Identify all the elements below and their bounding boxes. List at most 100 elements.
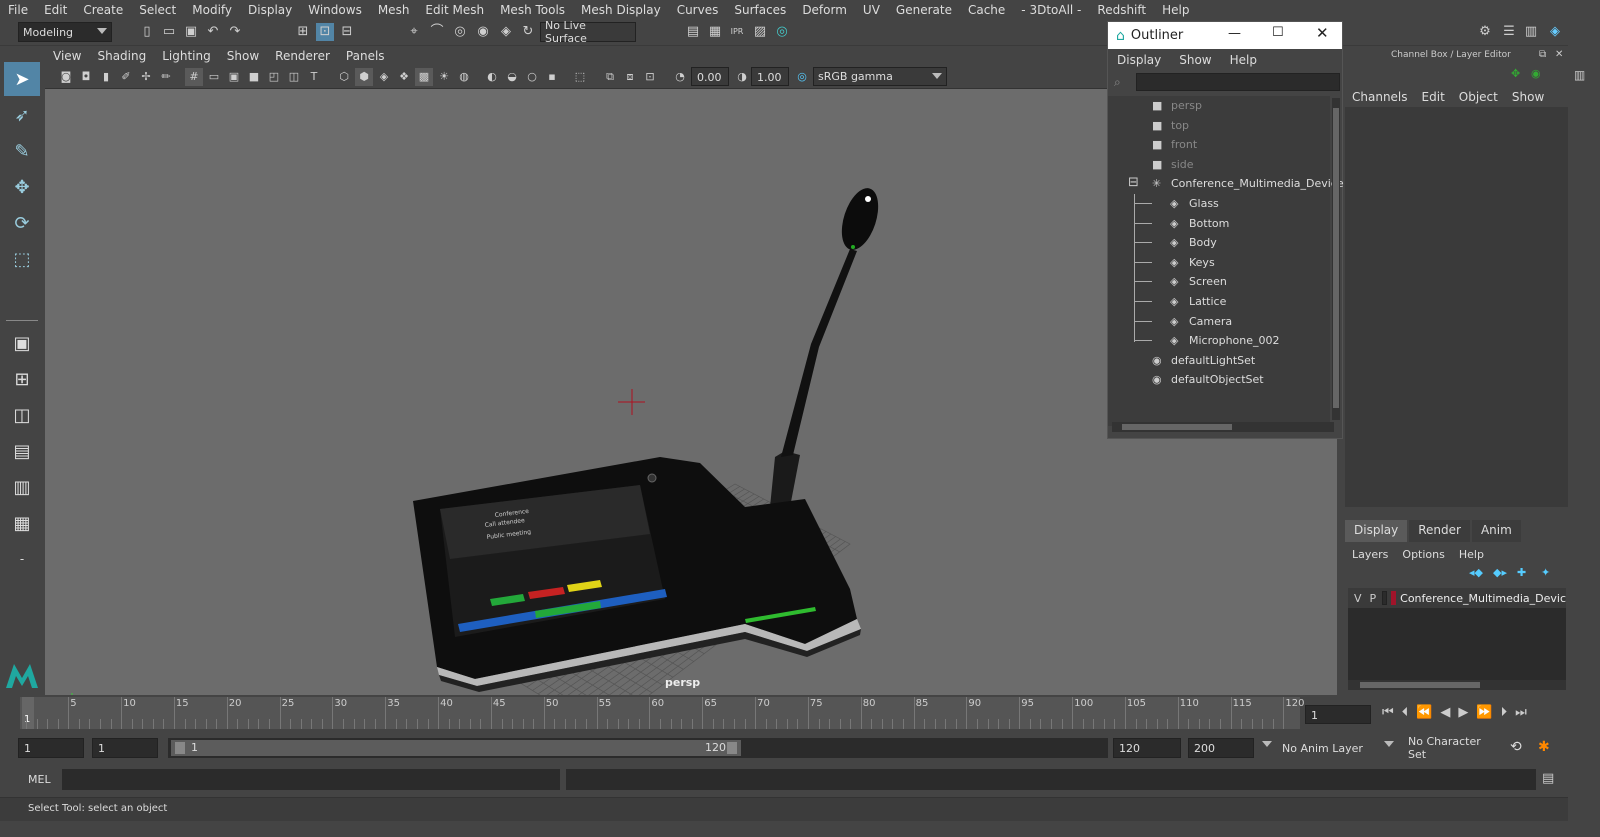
- script-editor-icon[interactable]: ▤: [1542, 771, 1554, 786]
- snap-curve-icon[interactable]: ⌒: [428, 23, 446, 41]
- snap-point-icon[interactable]: ◎: [451, 23, 469, 41]
- gamma-field[interactable]: 1.00: [751, 67, 789, 86]
- outliner-item-screen[interactable]: ◈ Screen: [1170, 272, 1227, 291]
- undo-icon[interactable]: ↶: [204, 23, 222, 41]
- scale-tool-icon[interactable]: ⬚: [4, 242, 40, 276]
- layer-menu-options[interactable]: Options: [1395, 548, 1451, 561]
- save-scene-icon[interactable]: ▣: [182, 23, 200, 41]
- resolution-gate-icon[interactable]: ▣: [225, 68, 243, 86]
- layer-tab-anim[interactable]: Anim: [1471, 520, 1521, 542]
- wireframe-on-shaded-icon[interactable]: ◈: [375, 68, 393, 86]
- hypershade-layout-icon[interactable]: ▦: [4, 506, 40, 540]
- go-to-start-icon[interactable]: ⏮: [1382, 705, 1402, 720]
- layer-row[interactable]: V P Conference_Multimedia_Devic: [1348, 588, 1566, 608]
- channel-menu-show[interactable]: Show: [1505, 90, 1551, 104]
- move-tool-icon[interactable]: ✥: [4, 170, 40, 204]
- prev-key-icon[interactable]: ⏪: [1416, 705, 1440, 720]
- outliner-layout-icon[interactable]: ▤: [4, 434, 40, 468]
- single-pane-layout-icon[interactable]: ▣: [4, 326, 40, 360]
- snap-surface-icon[interactable]: ◈: [497, 23, 515, 41]
- snap-view-icon[interactable]: ◉: [474, 23, 492, 41]
- wireframe-icon[interactable]: ⬡: [335, 68, 353, 86]
- anti-aliasing-icon[interactable]: ◒: [503, 68, 521, 86]
- play-forward-icon[interactable]: ▶: [1458, 705, 1476, 720]
- layout-more-icon[interactable]: -: [4, 542, 40, 576]
- outliner-item-lattice[interactable]: ◈ Lattice: [1170, 292, 1226, 311]
- range-end-grip[interactable]: [727, 742, 737, 754]
- layer-menu-help[interactable]: Help: [1452, 548, 1491, 561]
- layer-hscrollbar[interactable]: [1348, 680, 1566, 690]
- render-current-icon[interactable]: ▦: [706, 23, 724, 41]
- two-pane-layout-icon[interactable]: ◫: [4, 398, 40, 432]
- xray-icon[interactable]: ⬚: [571, 68, 589, 86]
- layer-menu-layers[interactable]: Layers: [1345, 548, 1395, 561]
- range-track[interactable]: 1 120: [168, 738, 1108, 758]
- collapse-toggle-icon[interactable]: ⊟: [1128, 175, 1139, 190]
- mode-dropdown[interactable]: Modeling: [18, 22, 112, 42]
- isolate-select-icon[interactable]: ▪: [543, 68, 561, 86]
- modeling-toolkit-icon[interactable]: ⚙: [1476, 23, 1494, 41]
- cb-status-icon[interactable]: ◉: [1531, 67, 1541, 80]
- outliner-item-persp[interactable]: ■ persp: [1152, 96, 1202, 115]
- menu-item-display[interactable]: Display: [240, 3, 300, 17]
- menu-item-file[interactable]: File: [0, 3, 36, 17]
- new-scene-icon[interactable]: ▯: [138, 23, 156, 41]
- menu-item-cache[interactable]: Cache: [960, 3, 1013, 17]
- select-hierarchy-icon[interactable]: ⊞: [294, 23, 312, 41]
- shadows-icon[interactable]: ☀: [435, 68, 453, 86]
- select-object-icon[interactable]: ⊡: [316, 23, 334, 41]
- time-slider[interactable]: 1 5 10 15 20 25 30 35 40 45 50 55 60 65 70 75 80 85 90 95 1…: [0, 697, 1600, 733]
- outliner-item-microphone_002[interactable]: ◈ Microphone_002: [1170, 331, 1280, 350]
- outliner-item-defaultObjectSet[interactable]: ◉ defaultObjectSet: [1152, 370, 1264, 389]
- timeline-ruler[interactable]: 1 5 10 15 20 25 30 35 40 45 50 55 60 65 70 75 80 85 90 95 1…: [20, 697, 1305, 729]
- viewport-menu-lighting[interactable]: Lighting: [154, 49, 219, 63]
- tool-settings-icon[interactable]: ▥: [1522, 23, 1540, 41]
- hypershade-icon[interactable]: ◎: [773, 23, 791, 41]
- layer-move-down-icon[interactable]: ◆▸: [1493, 566, 1507, 579]
- menu-item-surfaces[interactable]: Surfaces: [726, 3, 794, 17]
- safe-title-icon[interactable]: T: [305, 68, 323, 86]
- next-key-icon[interactable]: ⏩: [1476, 705, 1500, 720]
- close-icon[interactable]: ✕: [1316, 24, 1329, 42]
- outliner-item-glass[interactable]: ◈ Glass: [1170, 194, 1219, 213]
- command-language-label[interactable]: MEL: [28, 773, 51, 786]
- use-all-lights-icon[interactable]: ▩: [415, 68, 433, 86]
- menu-item-create[interactable]: Create: [75, 3, 131, 17]
- outliner-item-body[interactable]: ◈ Body: [1170, 233, 1217, 252]
- film-gate-icon[interactable]: ▭: [205, 68, 223, 86]
- menu-item-help[interactable]: Help: [1154, 3, 1197, 17]
- snap-grid-icon[interactable]: ⌖: [405, 23, 423, 41]
- select-component-icon[interactable]: ⊟: [338, 23, 356, 41]
- channel-box-icon[interactable]: ◈: [1546, 23, 1564, 41]
- viewport-menu-panels[interactable]: Panels: [338, 49, 393, 63]
- safe-action-icon[interactable]: ◫: [285, 68, 303, 86]
- xray-components-icon[interactable]: ⧈: [621, 68, 639, 86]
- render-view-icon[interactable]: ▤: [684, 23, 702, 41]
- close-panel-icon[interactable]: ✕: [1555, 49, 1563, 60]
- anim-end-field[interactable]: 200: [1188, 738, 1254, 758]
- xray-joints-icon[interactable]: ⧉: [601, 68, 619, 86]
- camera-overscan-icon[interactable]: ⊡: [641, 68, 659, 86]
- graph-layout-icon[interactable]: ▥: [4, 470, 40, 504]
- character-set-dropdown[interactable]: No Character Set: [1384, 735, 1504, 761]
- viewport-menu-shading[interactable]: Shading: [89, 49, 154, 63]
- range-start-grip[interactable]: [175, 742, 185, 754]
- viewport-menu-view[interactable]: View: [45, 49, 89, 63]
- step-back-icon[interactable]: ⏴: [1402, 705, 1417, 720]
- bookmark-icon[interactable]: ▮: [97, 68, 115, 86]
- menu-item-generate[interactable]: Generate: [888, 3, 960, 17]
- render-settings-icon[interactable]: ▨: [751, 23, 769, 41]
- 2d-pan-zoom-icon[interactable]: ✢: [137, 68, 155, 86]
- step-forward-icon[interactable]: ⏵: [1501, 705, 1516, 720]
- gate-mask-icon[interactable]: ■: [245, 68, 263, 86]
- outliner-item-side[interactable]: ■ side: [1152, 155, 1194, 174]
- camera-attributes-icon[interactable]: ◘: [77, 68, 95, 86]
- menu-item-select[interactable]: Select: [131, 3, 184, 17]
- field-chart-icon[interactable]: ◰: [265, 68, 283, 86]
- ipr-render-icon[interactable]: IPR: [728, 23, 746, 41]
- layer-playback-toggle[interactable]: P: [1370, 592, 1377, 605]
- layer-new-selected-icon[interactable]: ✦: [1541, 566, 1550, 579]
- menu-item-edit[interactable]: Edit: [36, 3, 75, 17]
- grease-pencil-icon[interactable]: ✏: [157, 68, 175, 86]
- color-management-icon[interactable]: ◎: [793, 68, 811, 86]
